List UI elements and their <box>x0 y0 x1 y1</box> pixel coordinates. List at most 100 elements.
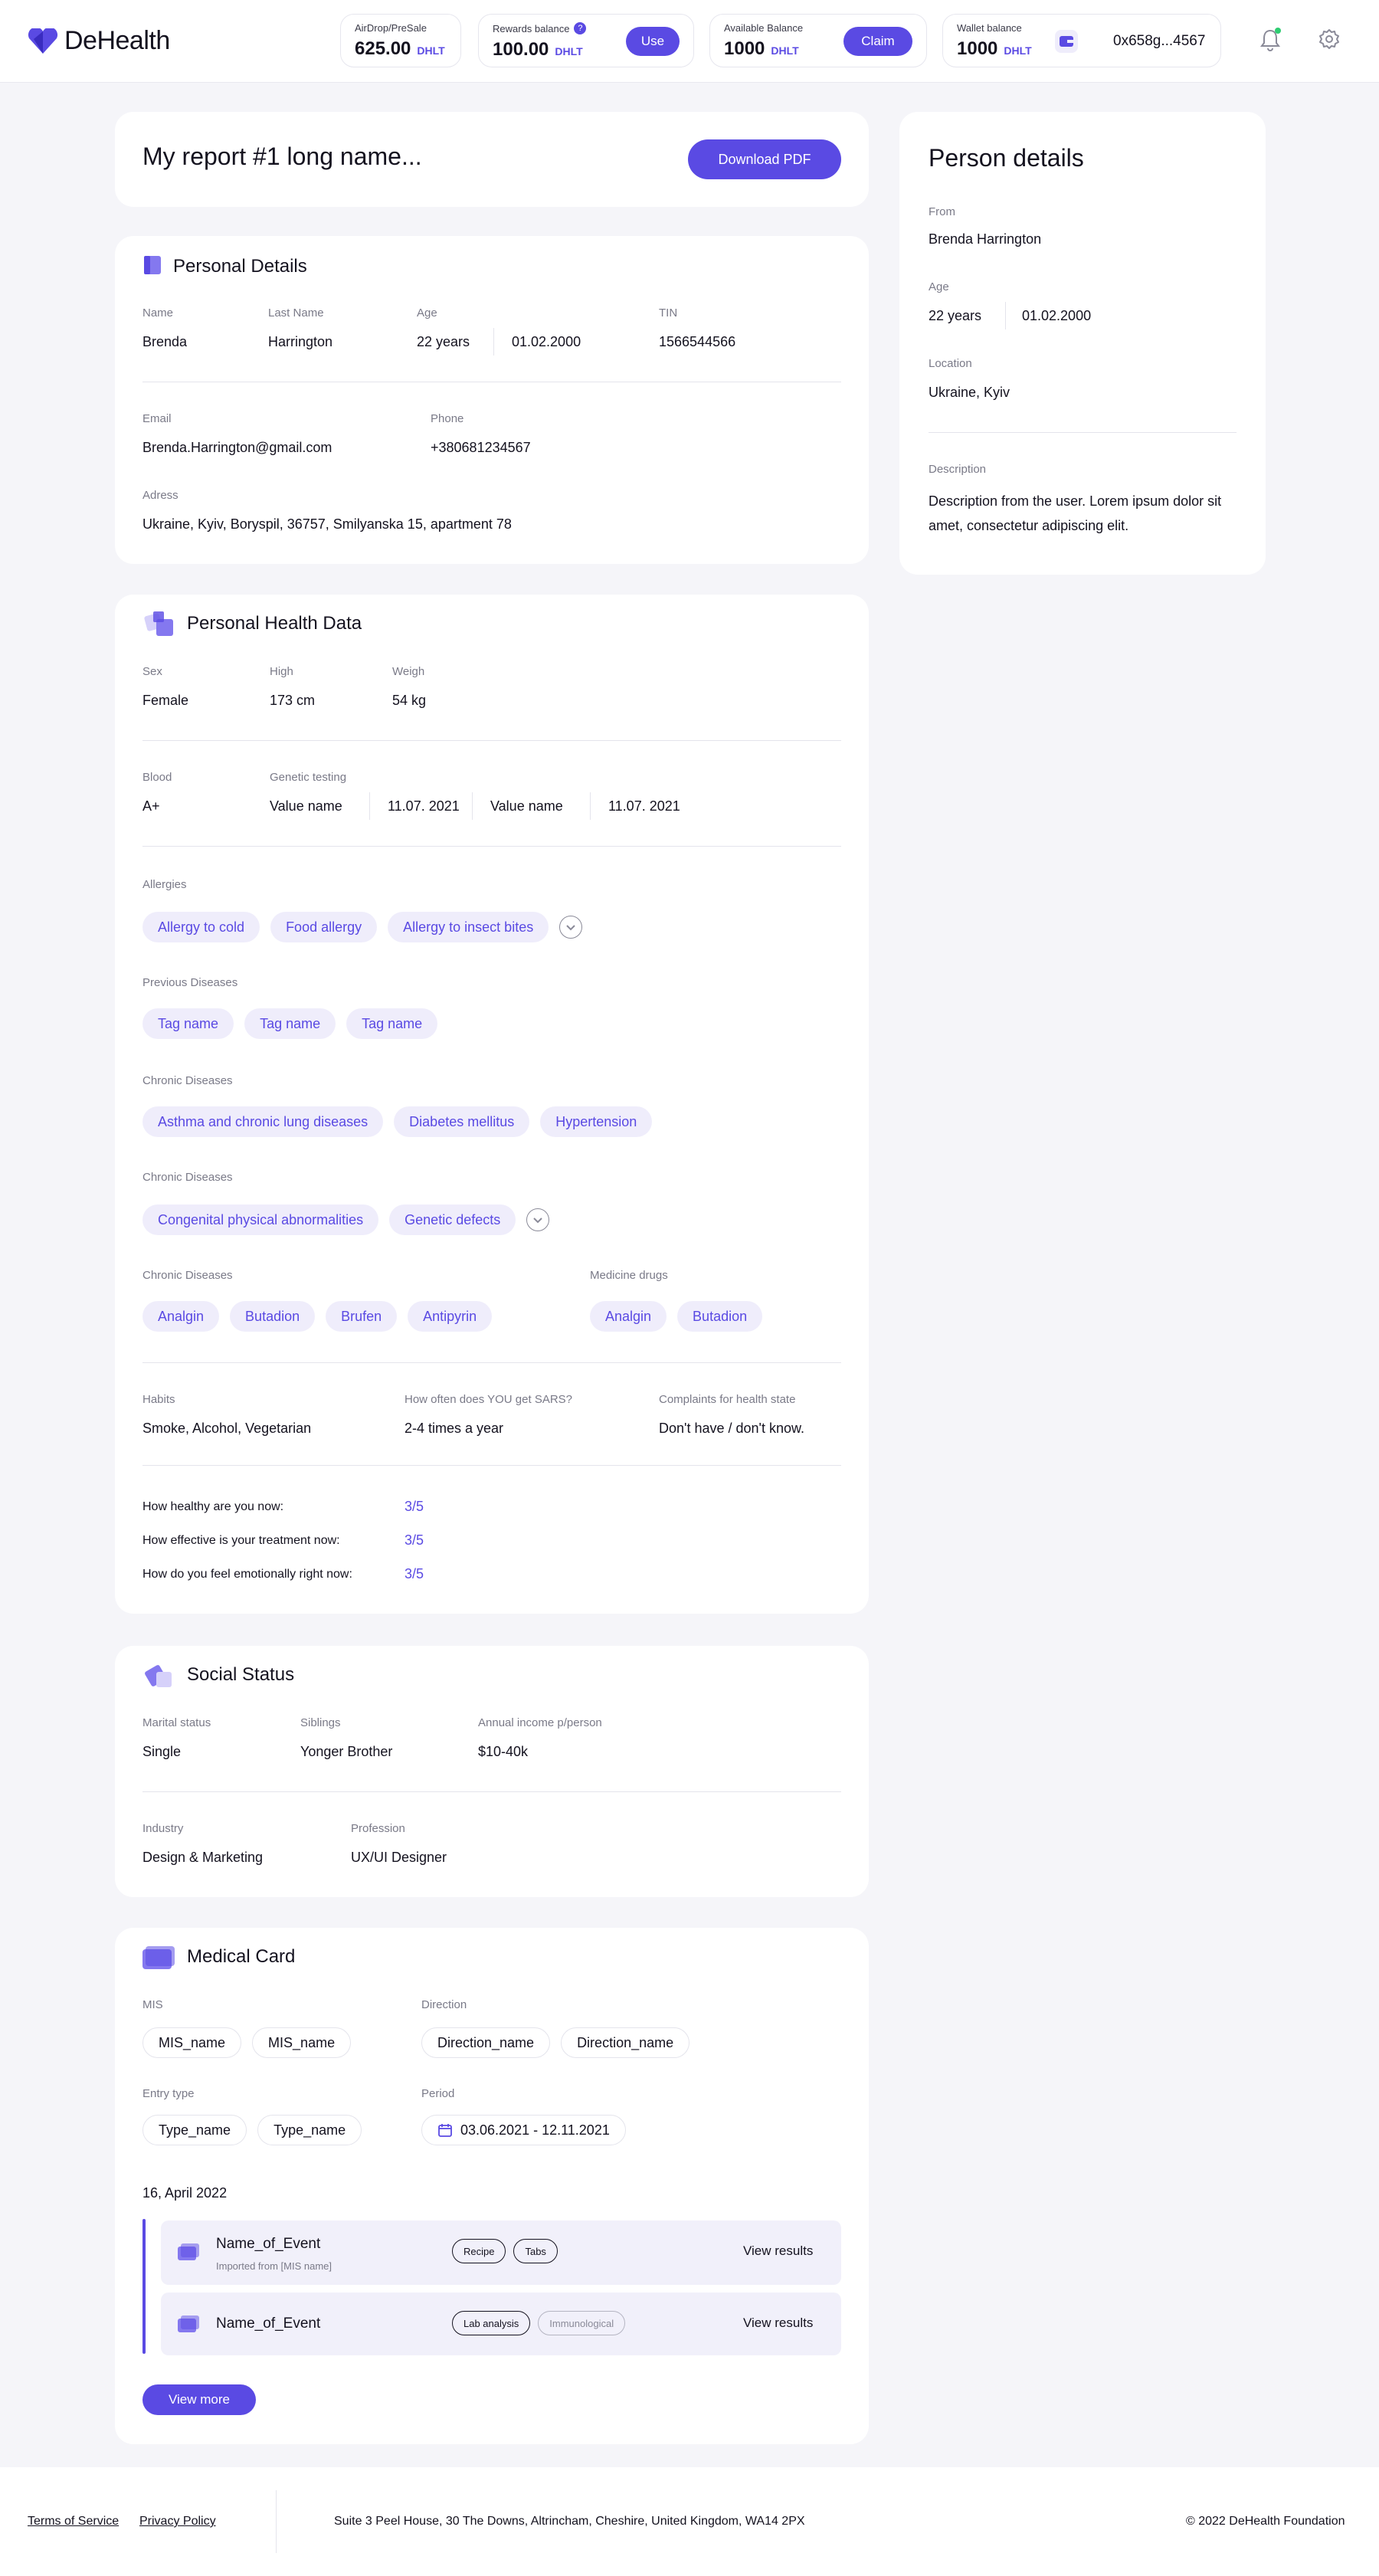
medical-card-icon <box>142 1946 175 1975</box>
siblings-value: Yonger Brother <box>300 1744 393 1759</box>
tin-label: TIN <box>659 306 678 320</box>
dob-value: 01.02.2000 <box>1022 308 1092 323</box>
chevron-down-icon[interactable] <box>559 916 583 939</box>
privacy-link[interactable]: Privacy Policy <box>139 2515 216 2528</box>
event-tag[interactable]: Recipe <box>452 2239 506 2263</box>
heart-logo-icon <box>28 28 58 54</box>
age-value: 22 years <box>929 308 982 323</box>
event-row[interactable]: Name_of_Event Imported from [MIS name] R… <box>161 2220 841 2285</box>
divider <box>929 432 1237 433</box>
event-tag[interactable]: Lab analysis <box>452 2311 531 2335</box>
social-status-card: Social Status Marital status Single Sibl… <box>115 1646 869 1897</box>
wallet-label: Wallet balance <box>957 22 1022 34</box>
allergy-tag[interactable]: Allergy to cold <box>142 912 260 942</box>
footer-copyright: © 2022 DeHealth Foundation <box>1186 2515 1345 2528</box>
direction-label: Direction <box>421 1998 467 2011</box>
medical-card: Medical Card MIS MIS_name MIS_name Direc… <box>115 1928 869 2444</box>
industry-value: Design & Marketing <box>142 1850 264 1865</box>
entry-type-tags: Type_name Type_name <box>142 2115 362 2145</box>
disease-tag[interactable]: Antipyrin <box>408 1301 493 1332</box>
allergy-tag[interactable]: Allergy to insect bites <box>388 912 549 942</box>
complaints-label: Complaints for health state <box>659 1393 796 1406</box>
disease-tag[interactable]: Brufen <box>326 1301 398 1332</box>
mis-tag[interactable]: MIS_name <box>142 2027 242 2058</box>
previous-diseases-label: Previous Diseases <box>142 976 238 989</box>
event-row[interactable]: Name_of_Event Lab analysis Immunological… <box>161 2293 841 2355</box>
chevron-down-icon[interactable] <box>526 1208 550 1231</box>
blood-label: Blood <box>142 771 172 784</box>
event-tags: Recipe Tabs <box>452 2239 558 2263</box>
divider <box>142 1791 841 1792</box>
marital-value: Single <box>142 1744 182 1759</box>
description-label: Description <box>929 463 987 476</box>
disease-tag[interactable]: Tag name <box>142 1008 234 1039</box>
terms-link[interactable]: Terms of Service <box>28 2515 119 2528</box>
use-button[interactable]: Use <box>626 27 680 56</box>
wallet-address[interactable]: 0x658g...4567 <box>1113 33 1205 50</box>
disease-tag[interactable]: Congenital physical abnormalities <box>142 1204 379 1235</box>
footer: Terms of Service Privacy Policy Suite 3 … <box>0 2467 1379 2576</box>
allergy-tag[interactable]: Food allergy <box>270 912 378 942</box>
airdrop-balance-card: AirDrop/PreSale 625.00 DHLT <box>340 14 461 67</box>
disease-tag[interactable]: Tag name <box>244 1008 336 1039</box>
view-results-link[interactable]: View results <box>743 2243 813 2259</box>
income-value: $10-40k <box>478 1744 529 1759</box>
wallet-icon <box>1055 30 1078 53</box>
medicine-tag[interactable]: Analgin <box>590 1301 667 1332</box>
event-icon <box>178 2315 199 2338</box>
view-more-button[interactable]: View more <box>142 2384 256 2415</box>
download-pdf-button[interactable]: Download PDF <box>688 139 841 179</box>
footer-address: Suite 3 Peel House, 30 The Downs, Altrin… <box>334 2515 805 2528</box>
direction-tag[interactable]: Direction_name <box>421 2027 551 2058</box>
location-label: Location <box>929 357 972 370</box>
claim-button[interactable]: Claim <box>843 27 912 56</box>
disease-tag[interactable]: Genetic defects <box>389 1204 516 1235</box>
disease-tag[interactable]: Tag name <box>346 1008 438 1039</box>
entry-type-tag[interactable]: Type_name <box>142 2115 247 2145</box>
rating-value: 3/5 <box>405 1532 424 1548</box>
brand-logo[interactable]: DeHealth <box>28 26 170 56</box>
report-title-card: My report #1 long name... Download PDF <box>115 112 869 207</box>
direction-tag[interactable]: Direction_name <box>561 2027 690 2058</box>
disease-tag[interactable]: Diabetes mellitus <box>394 1106 530 1137</box>
divider <box>493 328 494 356</box>
marital-label: Marital status <box>142 1716 211 1729</box>
genetic-date: 11.07. 2021 <box>608 798 680 814</box>
event-tag[interactable]: Tabs <box>513 2239 558 2263</box>
event-source: Imported from [MIS name] <box>216 2260 332 2272</box>
period-picker[interactable]: 03.06.2021 - 12.11.2021 <box>421 2115 626 2145</box>
event-tag[interactable]: Immunological <box>538 2311 626 2335</box>
location-value: Ukraine, Kyiv <box>929 385 1011 400</box>
chronic-diseases-label: Chronic Diseases <box>142 1171 233 1184</box>
gear-icon[interactable] <box>1318 28 1341 54</box>
phone-value: +380681234567 <box>431 440 531 455</box>
disease-tag[interactable]: Butadion <box>230 1301 316 1332</box>
name-value: Brenda <box>142 334 188 349</box>
entry-type-label: Entry type <box>142 2087 195 2100</box>
divider <box>590 792 591 820</box>
personal-details-title: Personal Details <box>173 256 307 277</box>
medicine-tag[interactable]: Butadion <box>677 1301 763 1332</box>
disease-tag[interactable]: Analgin <box>142 1301 220 1332</box>
medicine-drugs-label: Medicine drugs <box>590 1269 668 1282</box>
mis-tag[interactable]: MIS_name <box>252 2027 352 2058</box>
disease-tag[interactable]: Hypertension <box>540 1106 653 1137</box>
address-value: Ukraine, Kyiv, Boryspil, 36757, Smilyans… <box>142 516 512 532</box>
personal-details-card: Personal Details Name Brenda Last Name H… <box>115 236 869 564</box>
personal-health-card: Personal Health Data Sex Female High 173… <box>115 595 869 1614</box>
rating-question: How do you feel emotionally right now: <box>142 1568 352 1581</box>
event-icon <box>178 2243 199 2266</box>
weight-value: 54 kg <box>392 693 427 708</box>
profession-label: Profession <box>351 1822 405 1835</box>
bell-icon[interactable] <box>1259 28 1282 56</box>
email-value: Brenda.Harrington@gmail.com <box>142 440 332 455</box>
entry-type-tag[interactable]: Type_name <box>257 2115 362 2145</box>
divider <box>142 1362 841 1363</box>
medical-card-title: Medical Card <box>187 1946 296 1967</box>
help-icon[interactable]: ? <box>574 22 587 34</box>
view-results-link[interactable]: View results <box>743 2315 813 2331</box>
disease-tag[interactable]: Asthma and chronic lung diseases <box>142 1106 384 1137</box>
habits-value: Smoke, Alcohol, Vegetarian <box>142 1421 312 1436</box>
from-label: From <box>929 205 955 218</box>
event-tags: Lab analysis Immunological <box>452 2311 626 2335</box>
